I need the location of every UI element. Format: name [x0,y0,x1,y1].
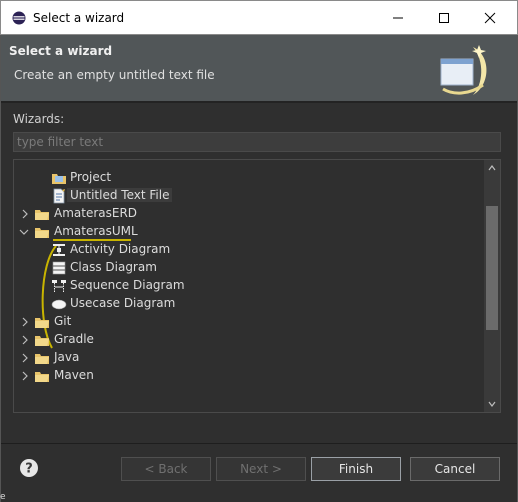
sequence-diagram-icon [52,280,66,293]
tree-scrollbar[interactable] [484,160,500,412]
maximize-icon [439,13,449,23]
tree-item-java[interactable]: Java [14,349,484,367]
tree-item-label: AmaterasERD [54,206,138,220]
tree-item-label: Sequence Diagram [70,278,185,292]
back-button[interactable]: < Back [121,457,211,481]
header-separator [1,101,517,103]
tree-item-class-diagram[interactable]: Class Diagram [14,259,484,277]
activity-diagram-icon [53,244,65,256]
scrollbar-thumb[interactable] [486,206,498,330]
minimize-icon [393,17,403,19]
chevron-up-icon [488,165,496,171]
header-title: Select a wizard [9,44,113,58]
folder-icon [35,210,49,220]
scroll-up-button[interactable] [484,160,500,176]
wizards-label: Wizards: [13,112,65,126]
chevron-right-icon[interactable] [20,334,30,346]
filter-input[interactable] [13,132,501,152]
next-button[interactable]: Next > [216,457,306,481]
project-icon [52,174,66,184]
tree-item-git[interactable]: Git [14,313,484,331]
chevron-right-icon[interactable] [20,316,30,328]
tree-item-label: Gradle [54,332,94,346]
folder-icon [35,336,49,346]
tree-item-usecase-diagram[interactable]: Usecase Diagram [14,295,484,313]
tree-item-project[interactable]: Project [14,169,484,187]
tree-item-untitled-text-file[interactable]: Untitled Text File [14,187,484,205]
eclipse-icon [12,11,26,25]
cancel-button[interactable]: Cancel [410,457,500,481]
window-titlebar: Select a wizard [0,0,518,35]
minimize-button[interactable] [375,1,421,35]
background-text-fragment: e [0,492,6,502]
tree-item-gradle[interactable]: Gradle [14,331,484,349]
chevron-right-icon[interactable] [20,352,30,364]
chevron-down-icon [488,401,496,407]
tree-item-label: Class Diagram [70,260,157,274]
help-icon[interactable]: ? [19,458,39,478]
tree-item-label: Git [54,314,72,328]
text-file-icon [53,188,65,204]
close-button[interactable] [467,1,513,35]
finish-button[interactable]: Finish [311,457,401,481]
footer-separator [1,443,517,444]
tree-item-label: Maven [54,368,94,382]
close-icon [484,12,496,24]
wizard-banner-icon [440,45,487,95]
wizard-dialog: Select a wizard Create an empty untitled… [0,35,518,502]
tree-item-label: Usecase Diagram [70,296,176,310]
folder-icon [35,372,49,382]
tree-item-label: Activity Diagram [70,242,171,256]
svg-text:?: ? [25,462,33,477]
usecase-diagram-icon [51,299,67,310]
header-description: Create an empty untitled text file [14,68,215,82]
tree-item-sequence-diagram[interactable]: Sequence Diagram [14,277,484,295]
maximize-button[interactable] [421,1,467,35]
tree-item-label: Java [54,350,80,364]
tree-item-label: AmaterasUML [54,224,138,238]
chevron-down-icon[interactable] [19,226,29,238]
tree-item-label: Untitled Text File [67,188,173,202]
wizard-tree[interactable]: Project Untitled Text File AmaterasERD A… [13,159,501,413]
folder-icon [35,228,49,238]
class-diagram-icon [52,261,66,275]
wizard-header: Select a wizard Create an empty untitled… [1,35,517,101]
chevron-right-icon[interactable] [20,370,30,382]
chevron-right-icon[interactable] [20,208,30,220]
window-title: Select a wizard [33,11,125,25]
folder-icon [35,354,49,364]
tree-item-amateraserd[interactable]: AmaterasERD [14,205,484,223]
folder-icon [35,318,49,328]
tree-item-maven[interactable]: Maven [14,367,484,385]
tree-item-activity-diagram[interactable]: Activity Diagram [14,241,484,259]
tree-item-label: Project [70,170,112,184]
scroll-down-button[interactable] [484,396,500,412]
